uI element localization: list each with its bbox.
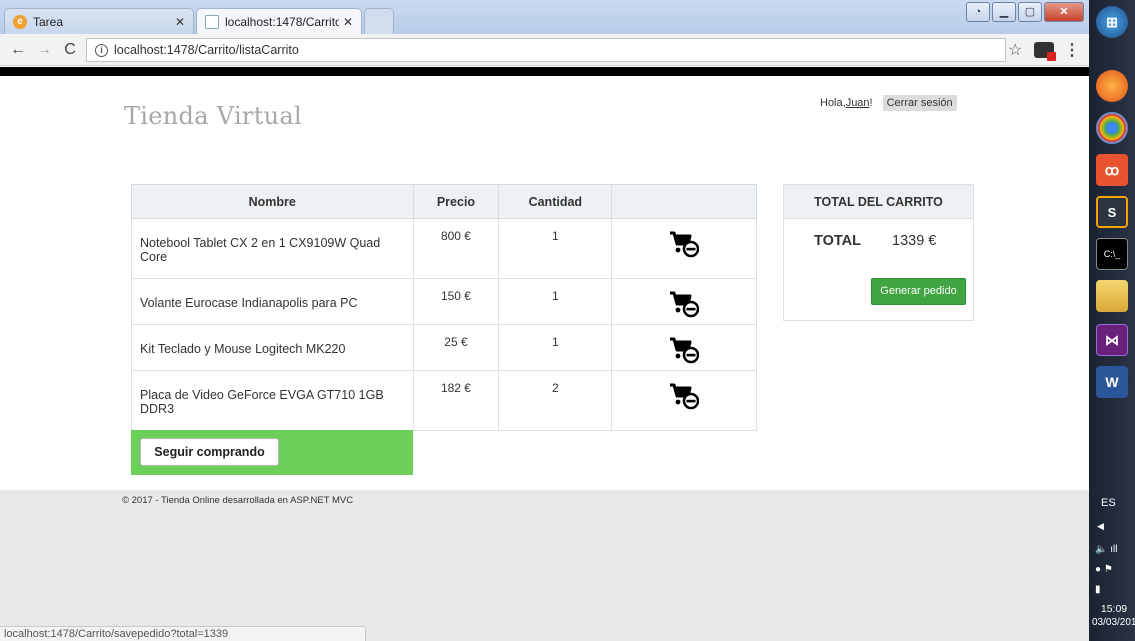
menu-icon[interactable]: ⋮ [1064, 40, 1080, 60]
browser-window: e Tarea ✕ localhost:1478/Carrito/lis ✕ ◔… [0, 0, 1089, 641]
tab-document-icon [205, 14, 219, 29]
power-icon[interactable]: ▮ [1095, 580, 1117, 600]
tab-bar: e Tarea ✕ localhost:1478/Carrito/lis ✕ ◔… [0, 0, 1089, 34]
browser-toolbar: ← → C i localhost:1478/Carrito/listaCarr… [0, 34, 1089, 66]
address-text: localhost:1478/Carrito/listaCarrito [114, 43, 299, 57]
language-indicator[interactable]: ES [1101, 497, 1116, 509]
windows-taskbar: ⊞ ꝏ S C:\_ ⋈ W ES ◀ 🔈 ıll ● ⚑ ▮ 15:09 03… [1089, 0, 1135, 641]
generate-order-button[interactable]: Generar pedido [871, 278, 966, 305]
cart-total-panel: TOTAL DEL CARRITO TOTAL 1339 € Generar p… [783, 184, 974, 321]
header-name: Nombre [131, 184, 414, 219]
remove-item-cell [611, 370, 757, 431]
visual-studio-icon[interactable]: ⋈ [1096, 324, 1128, 356]
reload-icon[interactable]: C [60, 40, 80, 60]
tray-expand-icon[interactable]: ◀ [1097, 521, 1104, 532]
item-name: Kit Teclado y Mouse Logitech MK220 [131, 324, 414, 371]
status-bar-url: localhost:1478/Carrito/savepedido?total=… [0, 626, 366, 641]
tab-close-icon[interactable]: ✕ [175, 15, 185, 29]
total-value: 1339 € [892, 233, 937, 249]
continue-shopping-panel: Seguir comprando [131, 430, 413, 475]
firefox-icon[interactable] [1096, 70, 1128, 102]
tab-close-icon[interactable]: ✕ [343, 15, 353, 29]
remove-from-cart-icon[interactable] [669, 230, 700, 258]
total-panel-title: TOTAL DEL CARRITO [784, 185, 973, 219]
total-label: TOTAL [814, 233, 861, 249]
tray-apps-icon[interactable]: ● ⚑ [1095, 560, 1117, 580]
volume-icon[interactable]: 🔈 ıll [1095, 540, 1117, 560]
item-price: 182 € [412, 370, 500, 431]
logout-button[interactable]: Cerrar sesión [882, 95, 957, 111]
item-qty: 1 [498, 218, 613, 279]
item-name: Volante Eurocase Indianapolis para PC [131, 278, 414, 325]
header-price: Precio [412, 184, 500, 219]
greeting-suffix: ! [869, 97, 873, 109]
sublime-text-icon[interactable]: S [1096, 196, 1128, 228]
cart-table: Nombre Precio Cantidad Notebool Tablet C… [131, 184, 757, 431]
tab-carrito[interactable]: localhost:1478/Carrito/lis ✕ [196, 8, 362, 34]
minimize-button[interactable]: ▁ [992, 2, 1016, 22]
word-icon[interactable]: W [1096, 366, 1128, 398]
tab-label: localhost:1478/Carrito/lis [225, 14, 339, 29]
item-name: Notebool Tablet CX 2 en 1 CX9109W Quad C… [131, 218, 414, 279]
bookmark-star-icon[interactable]: ☆ [1008, 40, 1022, 60]
page-footer: © 2017 - Tienda Online desarrollada en A… [0, 490, 1089, 641]
page-content: Tienda Virtual Hola, Juan ! Cerrar sesió… [0, 76, 1089, 641]
item-qty: 1 [498, 324, 613, 371]
table-row: Notebool Tablet CX 2 en 1 CX9109W Quad C… [131, 218, 757, 279]
header-actions [611, 184, 757, 219]
footer-text: © 2017 - Tienda Online desarrollada en A… [122, 495, 354, 506]
table-header-row: Nombre Precio Cantidad [131, 184, 757, 219]
system-tray: 🔈 ıll ● ⚑ ▮ [1095, 540, 1117, 600]
tab-favicon-icon: e [13, 14, 27, 29]
table-row: Kit Teclado y Mouse Logitech MK220 25 € … [131, 324, 757, 371]
remove-from-cart-icon[interactable] [669, 290, 700, 318]
remove-item-cell [611, 278, 757, 325]
remove-item-cell [611, 324, 757, 371]
chrome-icon[interactable] [1096, 112, 1128, 144]
close-window-button[interactable]: ✕ [1044, 2, 1084, 22]
info-icon[interactable]: i [95, 43, 108, 57]
user-profile-link[interactable]: Juan [846, 97, 870, 109]
table-row: Placa de Video GeForce EVGA GT710 1GB DD… [131, 370, 757, 431]
user-icon[interactable]: ◔ [966, 2, 990, 22]
new-tab-button[interactable] [364, 8, 394, 34]
item-qty: 1 [498, 278, 613, 325]
remove-from-cart-icon[interactable] [669, 382, 700, 410]
table-row: Volante Eurocase Indianapolis para PC 15… [131, 278, 757, 325]
clock-date[interactable]: 03/03/201 [1092, 617, 1135, 628]
header-qty: Cantidad [498, 184, 613, 219]
continue-shopping-button[interactable]: Seguir comprando [140, 438, 279, 466]
command-prompt-icon[interactable]: C:\_ [1096, 238, 1128, 270]
address-bar[interactable]: i localhost:1478/Carrito/listaCarrito [86, 38, 1006, 62]
item-price: 800 € [412, 218, 500, 279]
maximize-button[interactable]: ▢ [1018, 2, 1042, 22]
remove-from-cart-icon[interactable] [669, 336, 700, 364]
item-price: 150 € [412, 278, 500, 325]
clock-time[interactable]: 15:09 [1097, 603, 1131, 615]
greeting-prefix: Hola, [820, 97, 846, 109]
extension-icon[interactable] [1034, 42, 1056, 61]
item-qty: 2 [498, 370, 613, 431]
file-explorer-icon[interactable] [1096, 280, 1128, 312]
remove-item-cell [611, 218, 757, 279]
site-brand[interactable]: Tienda Virtual [124, 102, 302, 130]
tab-tarea[interactable]: e Tarea ✕ [4, 8, 194, 34]
item-price: 25 € [412, 324, 500, 371]
back-arrow-icon[interactable]: ← [8, 40, 28, 60]
site-navbar [0, 67, 1089, 76]
user-greeting: Hola, Juan ! Cerrar sesión [820, 95, 957, 111]
item-name: Placa de Video GeForce EVGA GT710 1GB DD… [131, 370, 414, 431]
forward-arrow-icon[interactable]: → [34, 40, 54, 60]
tab-label: Tarea [33, 14, 64, 29]
xampp-icon[interactable]: ꝏ [1096, 154, 1128, 186]
start-orb-icon[interactable]: ⊞ [1096, 6, 1128, 38]
total-row: TOTAL 1339 € [814, 233, 936, 249]
